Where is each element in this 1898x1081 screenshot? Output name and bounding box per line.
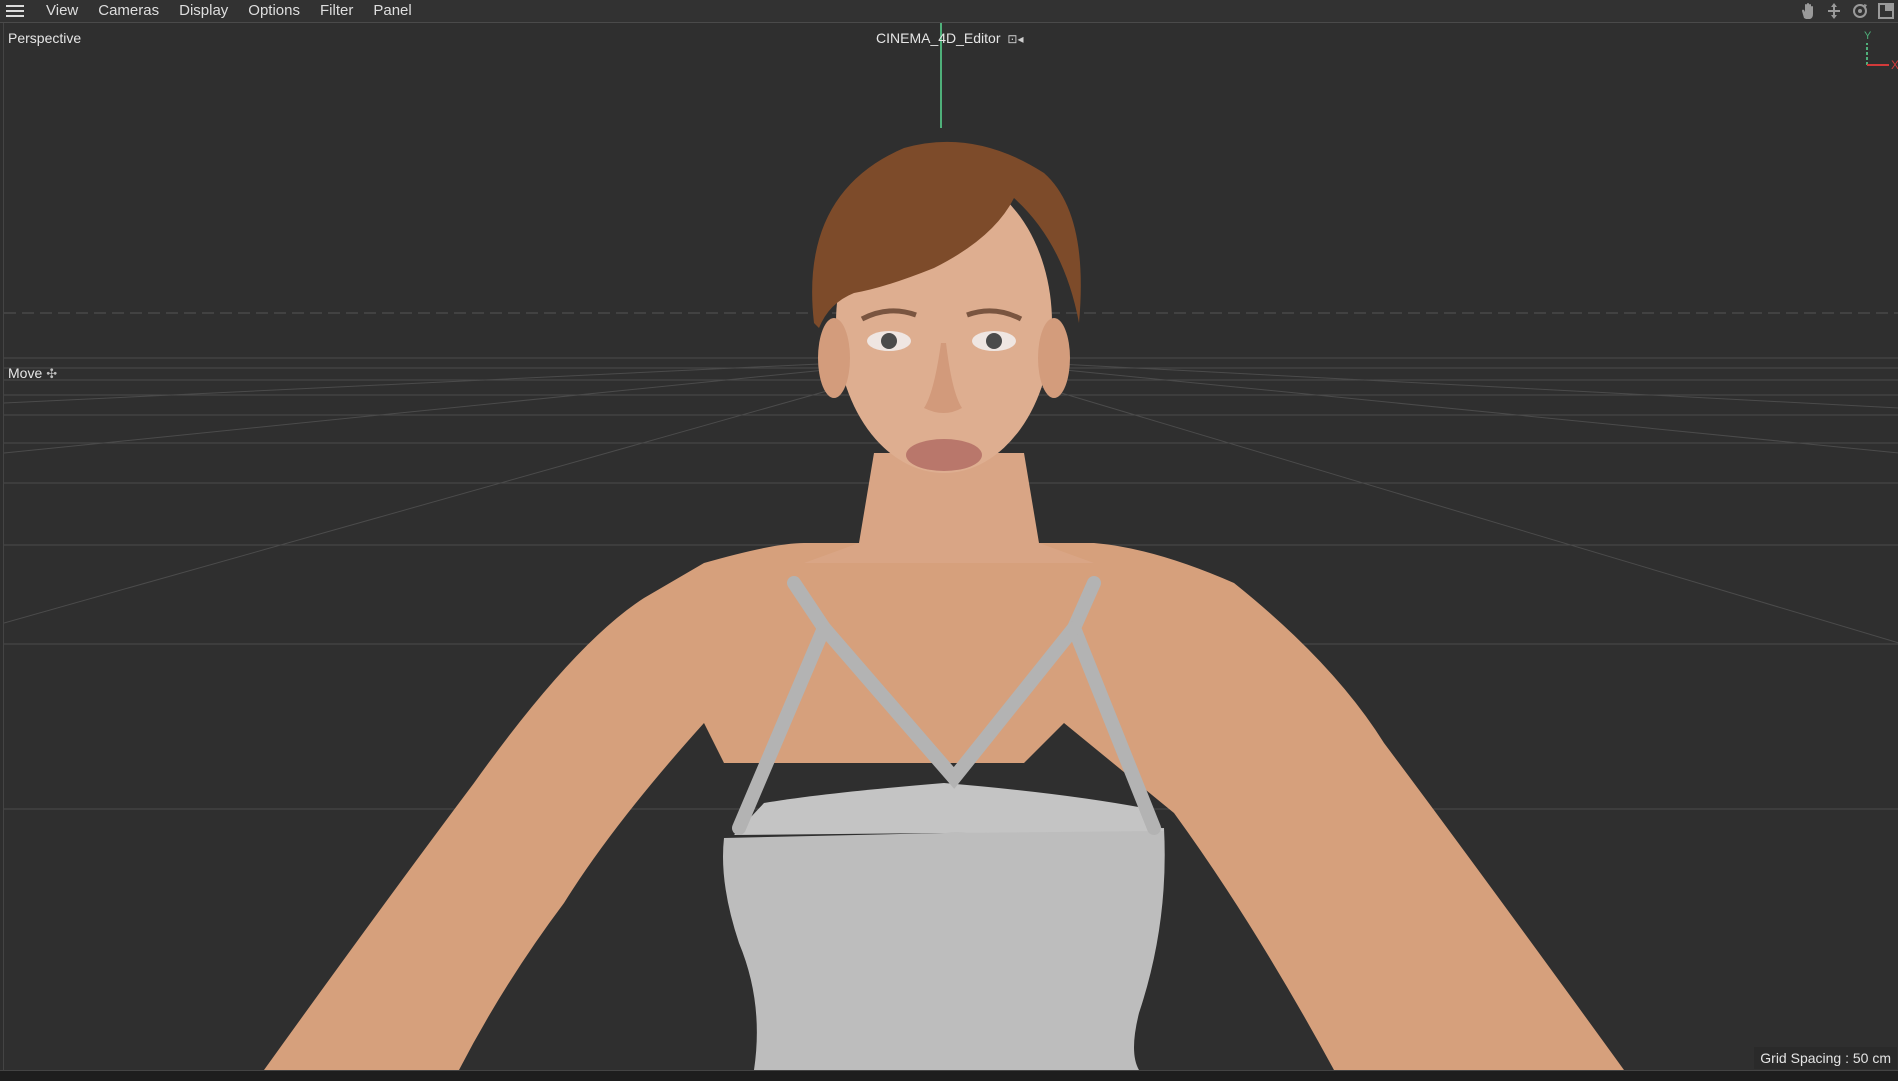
maximize-view-icon[interactable]	[1876, 1, 1896, 21]
menu-cameras[interactable]: Cameras	[88, 0, 169, 22]
editor-camera-name: CINEMA_4D_Editor	[876, 30, 1001, 46]
axis-x-label: X	[1891, 58, 1898, 72]
hamburger-menu-icon[interactable]	[6, 0, 28, 22]
menu-panel[interactable]: Panel	[363, 0, 421, 22]
move-arrows-icon[interactable]	[1824, 1, 1844, 21]
viewport-nav-icons	[1798, 0, 1896, 22]
menu-view[interactable]: View	[36, 0, 88, 22]
editor-camera-label[interactable]: CINEMA_4D_Editor ⊡◂	[876, 30, 1023, 46]
rotate-orbit-icon[interactable]	[1850, 1, 1870, 21]
viewport-bottom-border	[0, 1070, 1898, 1081]
menu-display[interactable]: Display	[169, 0, 238, 22]
menu-options[interactable]: Options	[238, 0, 310, 22]
menu-filter[interactable]: Filter	[310, 0, 363, 22]
character-model[interactable]	[4, 23, 1898, 1070]
camera-label[interactable]: Perspective	[8, 30, 81, 46]
active-tool-name: Move	[8, 365, 43, 381]
viewport-menubar: View Cameras Display Options Filter Pane…	[0, 0, 1898, 23]
perspective-viewport[interactable]: Perspective CINEMA_4D_Editor ⊡◂ Move ✣ Y …	[3, 23, 1898, 1070]
grid-spacing-readout: Grid Spacing : 50 cm	[1754, 1047, 1897, 1069]
axis-gizmo: Y X	[1864, 30, 1898, 72]
hand-pan-icon[interactable]	[1798, 1, 1818, 21]
camera-lock-icon[interactable]: ⊡◂	[1007, 32, 1023, 46]
active-tool-label: Move ✣	[8, 365, 57, 382]
axis-y-label: Y	[1864, 30, 1872, 42]
move-tool-icon: ✣	[46, 366, 58, 381]
